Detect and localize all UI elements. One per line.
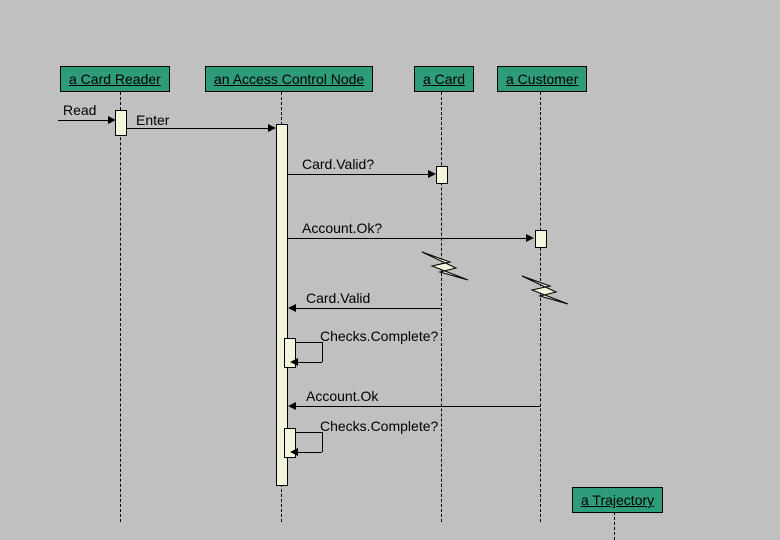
- activation-card-reader: [115, 110, 127, 136]
- arrowhead-card-valid: [288, 304, 296, 312]
- activation-card: [436, 166, 448, 184]
- lifeline-trajectory: [614, 512, 615, 540]
- msg-account-ok-q: Account.Ok?: [302, 220, 382, 236]
- arrow-account-ok-q: [288, 238, 528, 239]
- arrowhead-self2: [290, 448, 298, 456]
- msg-read: Read: [63, 102, 96, 118]
- lifeline-card-reader: [120, 92, 121, 522]
- participant-trajectory: a Trajectory: [572, 487, 663, 513]
- self2-vert: [322, 432, 323, 452]
- participant-card-reader: a Card Reader: [60, 66, 170, 92]
- msg-card-valid: Card.Valid: [306, 290, 370, 306]
- msg-checks2: Checks.Complete?: [320, 418, 438, 434]
- msg-enter: Enter: [136, 112, 169, 128]
- arrowhead-enter: [268, 124, 276, 132]
- arrowhead-read: [108, 116, 116, 124]
- participant-customer: a Customer: [497, 66, 587, 92]
- arrowhead-card-valid-q: [428, 170, 436, 178]
- bolt-card: [420, 250, 470, 291]
- participant-access-control: an Access Control Node: [205, 66, 373, 92]
- self1-vert: [322, 342, 323, 362]
- self1-top: [296, 342, 322, 343]
- arrow-account-ok: [296, 406, 540, 407]
- msg-checks1: Checks.Complete?: [320, 328, 438, 344]
- arrow-enter: [127, 128, 269, 129]
- self2-bot: [296, 452, 322, 453]
- arrow-read: [58, 120, 108, 121]
- msg-card-valid-q: Card.Valid?: [302, 156, 374, 172]
- arrowhead-account-ok-q: [526, 234, 534, 242]
- self2-top: [296, 432, 322, 433]
- lifeline-card: [441, 92, 442, 522]
- bolt-customer: [520, 274, 570, 315]
- arrow-card-valid-q: [288, 174, 430, 175]
- participant-card: a Card: [414, 66, 474, 92]
- activation-customer: [535, 230, 547, 248]
- msg-account-ok: Account.Ok: [306, 388, 378, 404]
- arrowhead-self1: [290, 358, 298, 366]
- arrowhead-account-ok: [288, 402, 296, 410]
- arrow-card-valid: [296, 308, 442, 309]
- self1-bot: [296, 362, 322, 363]
